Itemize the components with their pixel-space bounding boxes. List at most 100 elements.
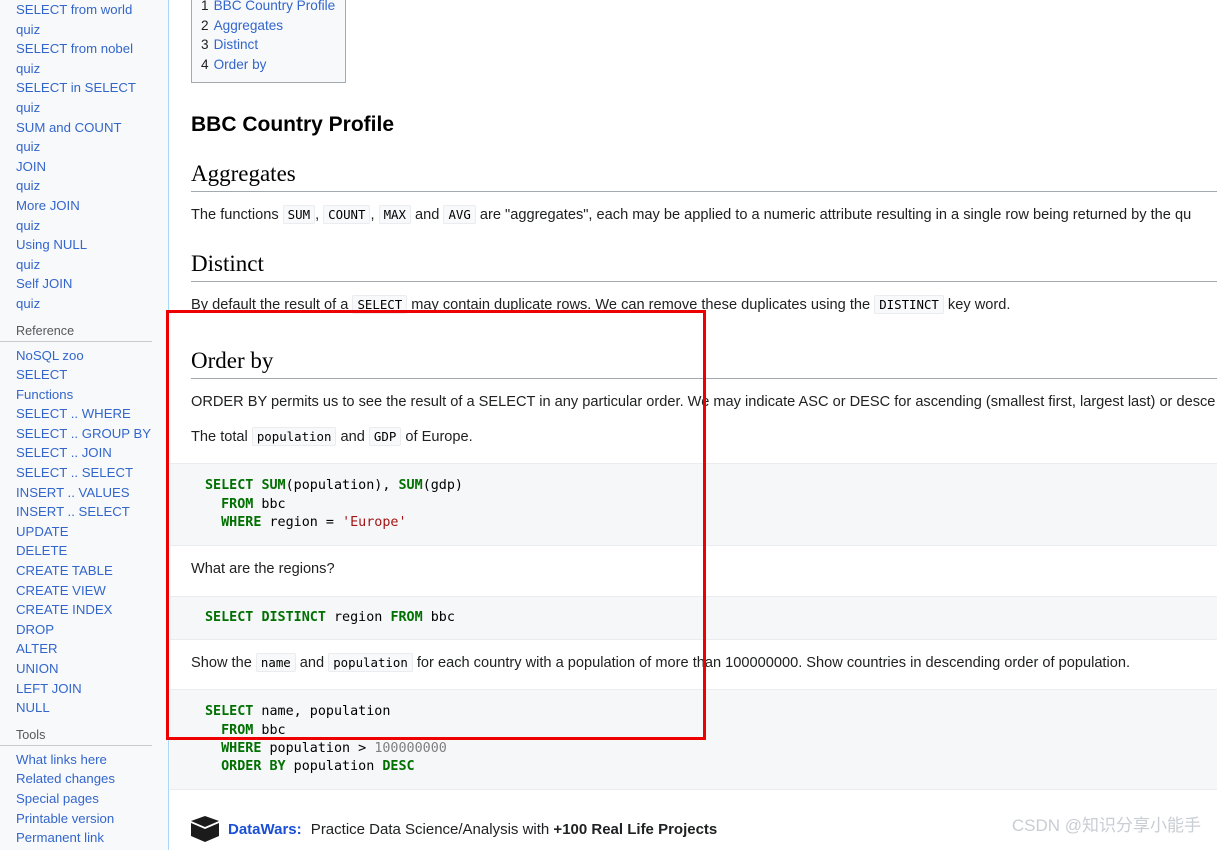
datawars-plus: + xyxy=(553,820,563,838)
sidebar-link-reference-12[interactable]: CREATE VIEW xyxy=(16,583,106,598)
toc-list: 1 BBC Country Profile 2 Aggregates 3 Distinct… xyxy=(201,0,335,74)
sidebar-heading-tools: Tools xyxy=(0,728,152,746)
toc-link-1[interactable]: Aggregates xyxy=(214,18,284,33)
sidebar-link-tutorial-9[interactable]: quiz xyxy=(16,178,40,193)
list-item: quiz xyxy=(16,137,168,157)
sidebar-link-tool-2[interactable]: Special pages xyxy=(16,791,99,806)
page-title: BBC Country Profile xyxy=(191,113,395,136)
orderby-total-paragraph: The total population and GDP of Europe. xyxy=(191,426,1217,449)
inline-code-max: MAX xyxy=(378,205,411,224)
orderby-total-text-2: and xyxy=(336,429,369,446)
sidebar-link-tutorial-11[interactable]: quiz xyxy=(16,218,40,233)
sidebar-link-tutorial-3[interactable]: quiz xyxy=(16,61,40,76)
datawars-text-before: Practice Data Science/Analysis with xyxy=(306,820,554,838)
sidebar-link-tool-4[interactable]: Permanent link xyxy=(16,830,104,845)
sidebar-link-tool-3[interactable]: Printable version xyxy=(16,811,114,826)
sidebar-link-tutorial-5[interactable]: quiz xyxy=(16,100,40,115)
sidebar-link-reference-4[interactable]: SELECT .. GROUP BY xyxy=(16,426,151,441)
sidebar: SELECT from world quiz SELECT from nobel qu… xyxy=(0,0,169,850)
page-root: SELECT from world quiz SELECT from nobel qu… xyxy=(0,0,1217,850)
list-item: quiz xyxy=(16,216,168,236)
toc-link-3[interactable]: Order by xyxy=(214,57,267,72)
sidebar-link-reference-15[interactable]: ALTER xyxy=(16,641,58,656)
distinct-paragraph: By default the result of a SELECT may co… xyxy=(191,294,1217,317)
sidebar-link-reference-13[interactable]: CREATE INDEX xyxy=(16,602,112,617)
sidebar-link-reference-2[interactable]: Functions xyxy=(16,387,73,402)
toc-link-0[interactable]: BBC Country Profile xyxy=(214,0,336,13)
sidebar-link-tutorial-10[interactable]: More JOIN xyxy=(16,198,80,213)
sql-code-block-orderby[interactable]: SELECT name, population FROM bbc WHERE p… xyxy=(170,689,1217,791)
list-item: UPDATE xyxy=(16,522,168,542)
sidebar-link-reference-10[interactable]: DELETE xyxy=(16,543,67,558)
sidebar-link-tool-1[interactable]: Related changes xyxy=(16,771,115,786)
list-item: SELECT in SELECT xyxy=(16,78,168,98)
sidebar-link-reference-6[interactable]: SELECT .. SELECT xyxy=(16,465,133,480)
list-item: SELECT .. WHERE xyxy=(16,404,168,424)
list-item: quiz xyxy=(16,59,168,79)
list-item: DELETE xyxy=(16,541,168,561)
section-heading-distinct: Distinct xyxy=(191,251,1217,283)
inline-code-distinct: DISTINCT xyxy=(874,295,944,315)
inline-code-gdp: GDP xyxy=(368,427,402,447)
aggregates-paragraph: The functions SUM, COUNT, MAX and AVG ar… xyxy=(191,204,1217,227)
list-item: UNION xyxy=(16,659,168,679)
sidebar-link-reference-1[interactable]: SELECT xyxy=(16,367,67,382)
list-item: Permanent link xyxy=(16,828,168,848)
sidebar-link-reference-8[interactable]: INSERT .. SELECT xyxy=(16,504,130,519)
sidebar-link-reference-0[interactable]: NoSQL zoo xyxy=(16,348,84,363)
sidebar-portal-tools: Tools What links here Related changes Spec… xyxy=(0,728,168,848)
list-item: Using NULL xyxy=(16,235,168,255)
sql-code-block-sum[interactable]: SELECT SUM(population), SUM(gdp) FROM bb… xyxy=(170,463,1217,547)
list-item: quiz xyxy=(16,176,168,196)
orderby-question-regions: What are the regions? xyxy=(191,561,335,578)
sidebar-portal-reference: Reference NoSQL zoo SELECT Functions SELECT… xyxy=(0,324,168,718)
sidebar-tutorial-list: SELECT from world quiz SELECT from nobel qu… xyxy=(0,0,168,314)
sidebar-link-tutorial-6[interactable]: SUM and COUNT xyxy=(16,120,122,135)
sql-code-block-distinct[interactable]: SELECT DISTINCT region FROM bbc xyxy=(170,595,1217,640)
sidebar-link-reference-3[interactable]: SELECT .. WHERE xyxy=(16,406,131,421)
list-item: What links here xyxy=(16,750,168,770)
list-item: ALTER xyxy=(16,639,168,659)
aggregates-sep-1: , xyxy=(315,207,324,223)
list-item: CREATE INDEX xyxy=(16,600,168,620)
content-inner: 1 BBC Country Profile 2 Aggregates 3 Distinct… xyxy=(170,0,1217,850)
sidebar-link-tutorial-0[interactable]: SELECT from world xyxy=(16,2,132,17)
list-item: DROP xyxy=(16,620,168,640)
section-heading-orderby: Order by xyxy=(191,348,1217,379)
sidebar-link-reference-11[interactable]: CREATE TABLE xyxy=(16,563,113,578)
list-item: INSERT .. SELECT xyxy=(16,502,168,522)
sidebar-link-tutorial-15[interactable]: quiz xyxy=(16,296,40,311)
sidebar-link-reference-9[interactable]: UPDATE xyxy=(16,524,69,539)
sidebar-link-reference-17[interactable]: LEFT JOIN xyxy=(16,681,82,696)
orderby-show-text-2: and xyxy=(295,654,329,671)
list-item: SELECT .. SELECT xyxy=(16,463,168,483)
toc-link-2[interactable]: Distinct xyxy=(214,37,259,52)
sidebar-link-reference-18[interactable]: NULL xyxy=(16,700,50,715)
sidebar-link-tutorial-1[interactable]: quiz xyxy=(16,22,40,37)
sidebar-link-reference-5[interactable]: SELECT .. JOIN xyxy=(16,445,112,460)
list-item: SELECT from nobel xyxy=(16,39,168,59)
sidebar-link-reference-7[interactable]: INSERT .. VALUES xyxy=(16,485,130,500)
aggregates-text-2: and xyxy=(410,207,444,223)
sidebar-link-reference-16[interactable]: UNION xyxy=(16,661,59,676)
orderby-total-text-3: of Europe. xyxy=(401,429,473,446)
sidebar-link-tool-0[interactable]: What links here xyxy=(16,752,107,767)
inline-code-name: name xyxy=(255,652,296,672)
orderby-show-paragraph: Show the name and population for each co… xyxy=(191,652,1217,675)
sidebar-link-reference-14[interactable]: DROP xyxy=(16,622,54,637)
list-item: NULL xyxy=(16,698,168,718)
sidebar-link-tutorial-13[interactable]: quiz xyxy=(16,257,40,272)
sidebar-tools-list: What links here Related changes Special pa… xyxy=(0,746,168,848)
sidebar-link-tutorial-2[interactable]: SELECT from nobel xyxy=(16,41,133,56)
list-item: JOIN xyxy=(16,157,168,177)
orderby-intro-paragraph: ORDER BY permits us to see the result of… xyxy=(191,393,1216,410)
list-item: More JOIN xyxy=(16,196,168,216)
sidebar-link-tutorial-8[interactable]: JOIN xyxy=(16,159,46,174)
sidebar-link-tutorial-14[interactable]: Self JOIN xyxy=(16,276,72,291)
sidebar-link-tutorial-12[interactable]: Using NULL xyxy=(16,237,87,252)
toc-item-number: 2 xyxy=(201,17,209,33)
sidebar-link-tutorial-7[interactable]: quiz xyxy=(16,139,40,154)
inline-code-select: SELECT xyxy=(352,295,408,315)
sidebar-link-tutorial-4[interactable]: SELECT in SELECT xyxy=(16,80,136,95)
toc-item: 1 BBC Country Profile xyxy=(201,0,335,16)
